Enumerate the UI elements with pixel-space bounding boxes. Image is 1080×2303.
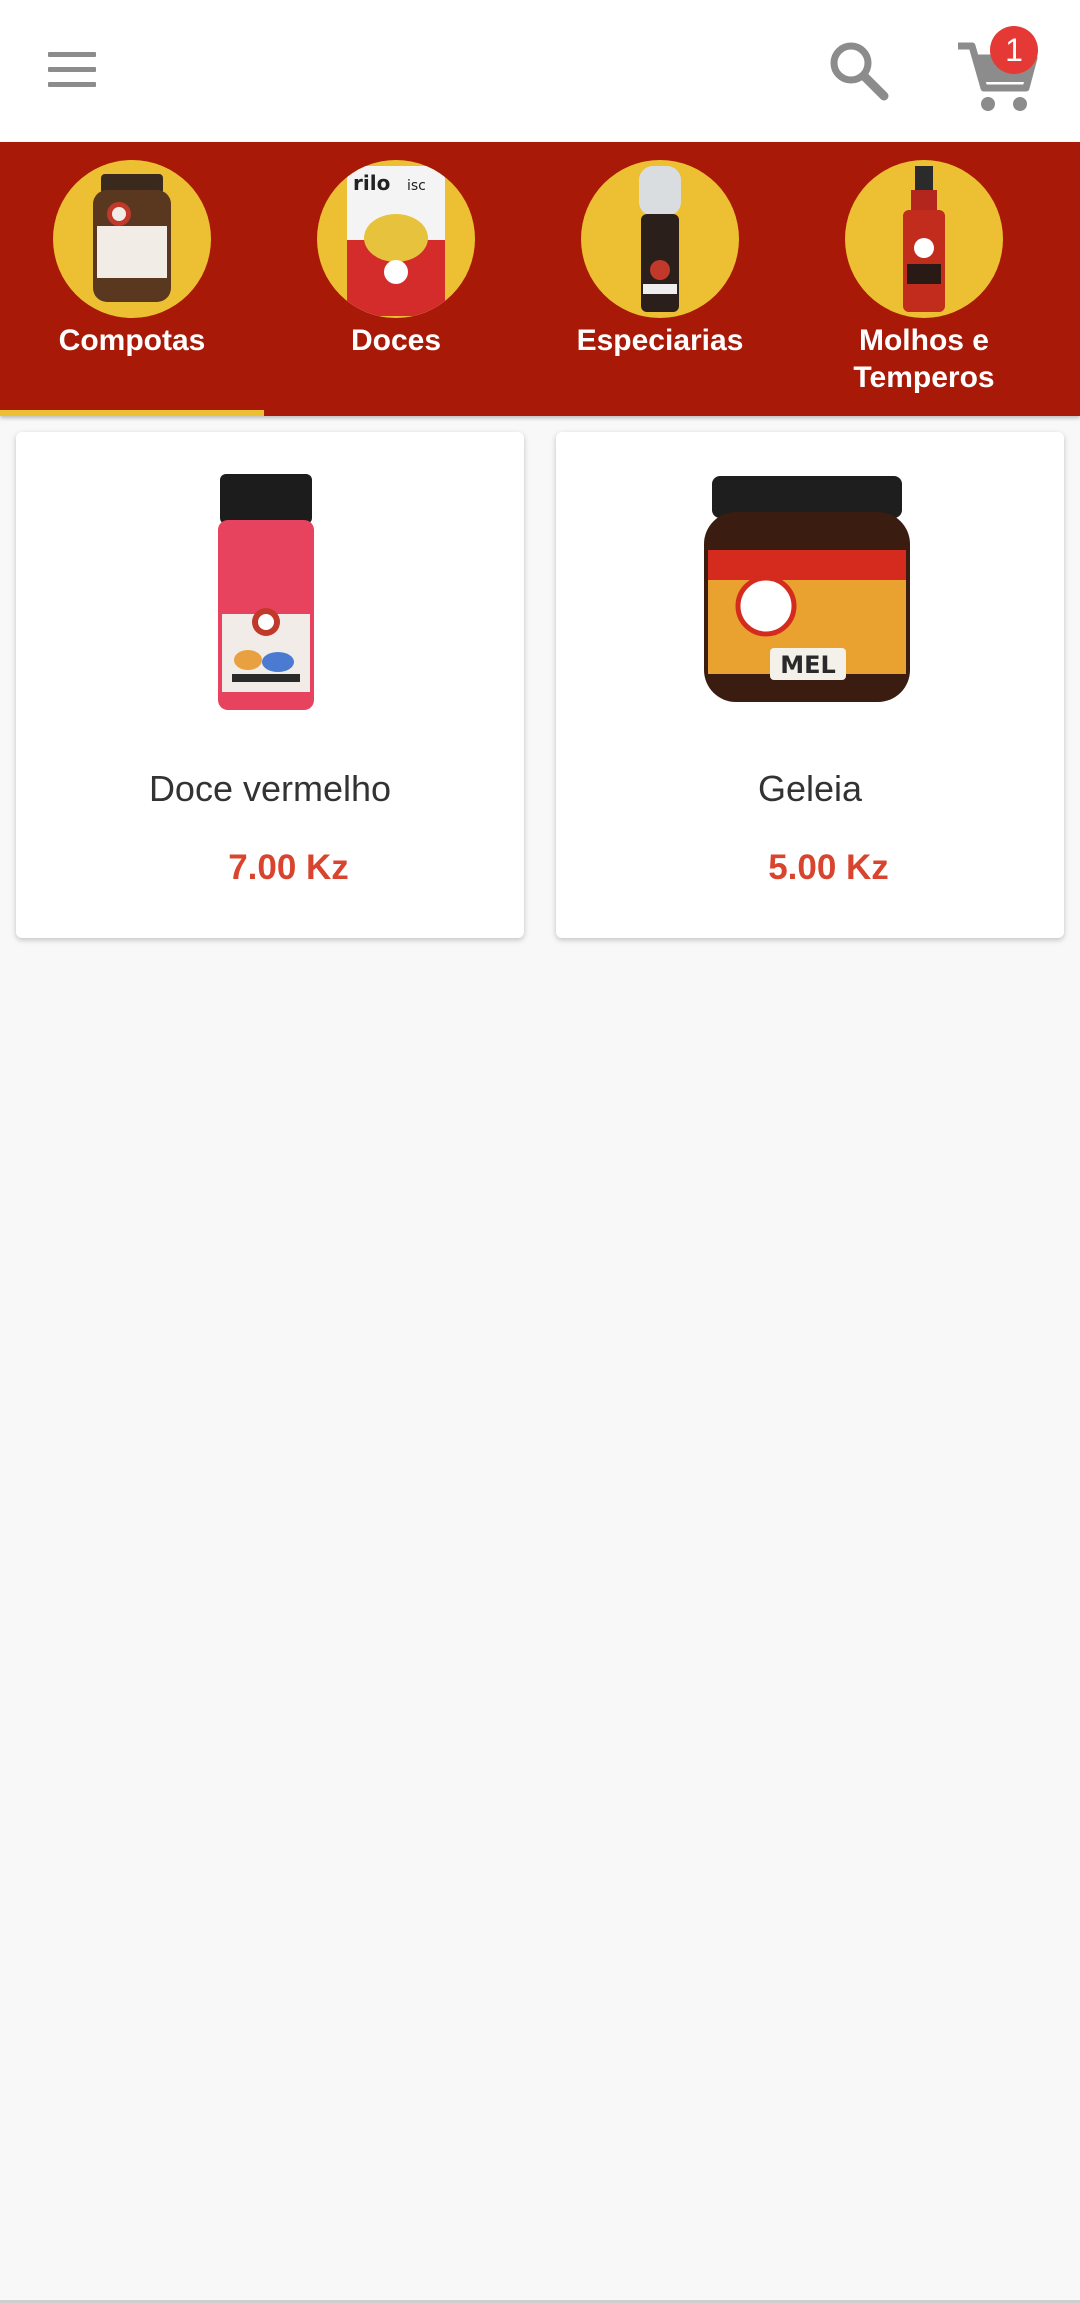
- search-icon: [830, 42, 889, 101]
- tab-doces[interactable]: rilo isc Doces: [264, 142, 528, 416]
- category-image-doces: rilo isc: [317, 160, 475, 318]
- product-price: 5.00 Kz: [768, 848, 889, 887]
- svg-text:rilo: rilo: [353, 171, 390, 195]
- product-price: 7.00 Kz: [228, 848, 349, 887]
- menu-button[interactable]: [38, 36, 108, 106]
- product-card[interactable]: MEL Geleia 5.00 Kz: [556, 432, 1064, 938]
- app-bar: 1: [0, 0, 1080, 142]
- cart-count-badge: 1: [990, 26, 1038, 74]
- product-name: Geleia: [757, 768, 863, 809]
- tab-label: Doces: [350, 324, 442, 357]
- tab-especiarias[interactable]: Especiarias: [528, 142, 792, 416]
- category-image-molhos-e-temperos: [845, 160, 1003, 318]
- tab-label: Compotas: [58, 324, 206, 357]
- product-card[interactable]: Doce vermelho 7.00 Kz: [16, 432, 524, 938]
- tab-label: Molhos e Temperos: [853, 324, 995, 394]
- category-tabs: Compotas rilo isc Doces Especiarias Molh…: [0, 142, 1080, 416]
- selected-tab-indicator: [0, 410, 264, 416]
- tab-compotas[interactable]: Compotas: [0, 142, 264, 416]
- category-image-especiarias: [581, 160, 739, 318]
- tab-molhos-e-temperos[interactable]: Molhos e Temperos: [792, 142, 1056, 416]
- product-image: [16, 454, 524, 724]
- svg-text:isc: isc: [407, 178, 426, 194]
- svg-text:MEL: MEL: [780, 651, 836, 679]
- tab-label: Especiarias: [576, 324, 744, 357]
- product-name: Doce vermelho: [148, 768, 392, 809]
- product-image: MEL: [556, 454, 1064, 724]
- category-image-compotas: [53, 160, 211, 318]
- search-button[interactable]: [822, 34, 896, 108]
